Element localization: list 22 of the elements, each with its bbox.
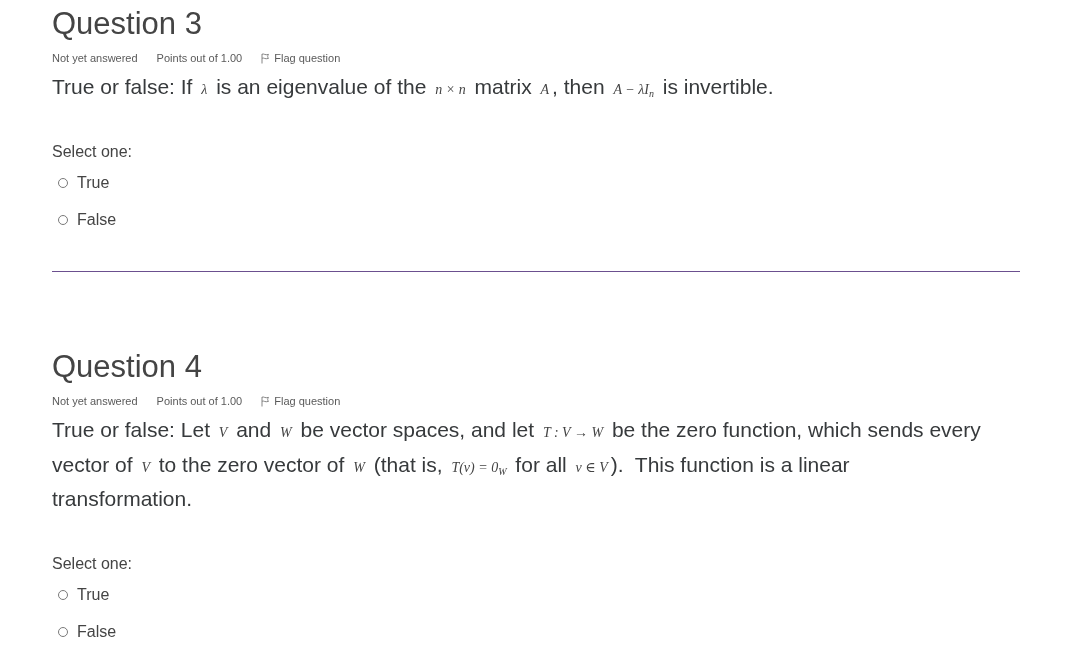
flag-icon	[261, 52, 270, 64]
option-label[interactable]: True	[77, 173, 110, 193]
points-text: Points out of 1.00	[156, 52, 243, 64]
points-text: Points out of 1.00	[156, 395, 243, 407]
flag-question-button[interactable]: Flag question	[261, 395, 341, 407]
flag-icon	[261, 395, 270, 407]
option-label[interactable]: True	[77, 585, 110, 605]
question-title: Question 4	[52, 348, 202, 385]
radio-button[interactable]	[58, 178, 68, 188]
select-prompt: Select one:	[52, 553, 133, 574]
question-text: True or false: If λ is an eigenvalue of the n × n matrix A, then A − λI$_{n}$ is invertible.	[52, 74, 775, 101]
option-label[interactable]: False	[77, 622, 117, 642]
select-prompt: Select one:	[52, 141, 133, 162]
option-label[interactable]: False	[77, 210, 117, 230]
flag-question-button[interactable]: Flag question	[261, 52, 341, 64]
radio-button[interactable]	[58, 627, 68, 637]
question-title: Question 3	[52, 5, 202, 42]
answer-status: Not yet answered	[52, 52, 138, 64]
answer-status: Not yet answered	[52, 395, 138, 407]
question-text: True or false: Let V and W be vector spaces, and let T : V → W be the zero function, which sends every vector of V to the zero vector of W (that is, T(v) = 0$_{W}$ for all v ∈ V). This function is a linear transformation.	[52, 417, 982, 512]
radio-button[interactable]	[58, 215, 68, 225]
radio-button[interactable]	[58, 590, 68, 600]
